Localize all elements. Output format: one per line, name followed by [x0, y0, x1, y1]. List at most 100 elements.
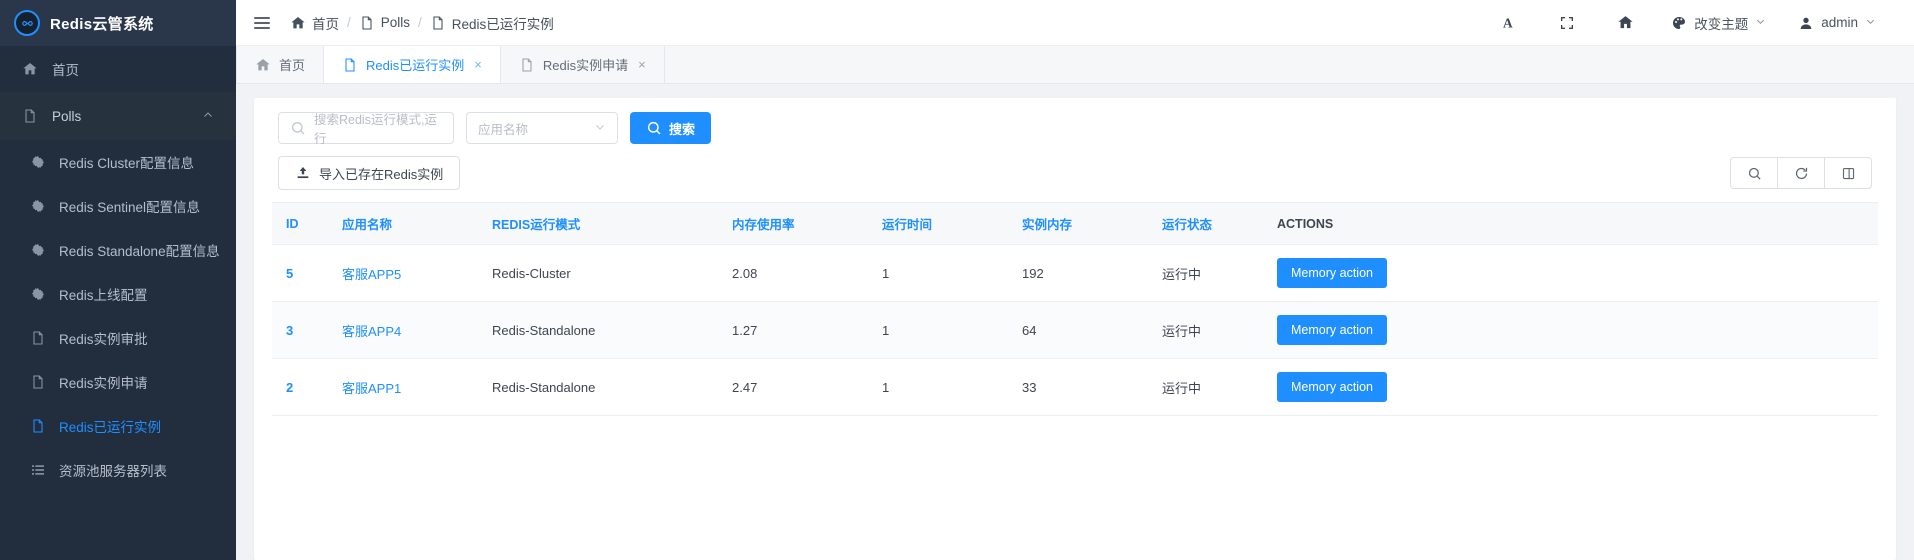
cell-id[interactable]: 5	[272, 244, 334, 302]
file-icon	[30, 418, 46, 434]
search-icon	[290, 120, 306, 136]
close-icon[interactable]: ×	[638, 57, 646, 72]
file-icon	[22, 108, 38, 124]
sidebar-item-label: Redis Standalone配置信息	[59, 244, 220, 259]
sidebar-item-redis-instance-approval[interactable]: Redis实例审批	[0, 316, 236, 360]
breadcrumb-item-current[interactable]: Redis已运行实例	[430, 13, 554, 33]
palette-icon	[1671, 15, 1687, 31]
sidebar-item-home[interactable]: 首页	[0, 46, 236, 92]
cell-redis-mode: Redis-Cluster	[484, 244, 724, 302]
sidebar-item-label: Redis实例申请	[59, 376, 148, 391]
filter-bar: 搜索Redis运行模式,运行 应用名称 搜索	[254, 98, 1896, 156]
sidebar-item-label: Redis实例审批	[59, 332, 148, 347]
sidebar-item-redis-cluster-config[interactable]: Redis Cluster配置信息	[0, 140, 236, 184]
home-icon	[290, 15, 306, 31]
sidebar-item-label: Redis上线配置	[59, 288, 148, 303]
tab-home[interactable]: 首页	[236, 46, 325, 83]
cell-id[interactable]: 3	[272, 301, 334, 359]
close-icon[interactable]: ×	[474, 57, 482, 72]
sidebar-item-redis-standalone-config[interactable]: Redis Standalone配置信息	[0, 228, 236, 272]
sidebar-item-label: 资源池服务器列表	[59, 464, 167, 479]
home-icon[interactable]	[1596, 0, 1655, 46]
upload-icon	[295, 165, 311, 181]
main-area: 首页 / Polls / Redis已运行实例 A 改变主题 admin 首页 …	[236, 0, 1914, 560]
memory-action-button[interactable]: Memory action	[1277, 258, 1387, 288]
search-button-label: 搜索	[669, 121, 696, 137]
user-icon	[1798, 15, 1814, 31]
app-link[interactable]: 客服APP4	[342, 324, 401, 339]
instances-card: 搜索Redis运行模式,运行 应用名称 搜索 导入已存在Redis实例 ID 应…	[254, 98, 1896, 560]
sidebar-group-polls[interactable]: Polls	[0, 92, 236, 140]
app-link[interactable]: 客服APP1	[342, 381, 401, 396]
breadcrumb-item-polls[interactable]: Polls	[359, 15, 410, 31]
column-header-memory-usage[interactable]: 内存使用率	[724, 202, 874, 245]
theme-label: 改变主题	[1694, 16, 1749, 32]
sidebar-item-label: Redis Sentinel配置信息	[59, 200, 201, 215]
refresh-icon[interactable]	[1777, 157, 1825, 189]
cell-memory-usage: 2.47	[724, 358, 874, 416]
search-icon	[646, 120, 662, 136]
cell-app-name[interactable]: 客服APP5	[334, 244, 484, 302]
column-header-redis-mode[interactable]: REDIS运行模式	[484, 202, 724, 245]
cell-app-name[interactable]: 客服APP1	[334, 358, 484, 416]
user-label: admin	[1821, 15, 1858, 30]
fullscreen-icon[interactable]	[1538, 0, 1596, 46]
search-icon[interactable]	[1730, 157, 1778, 189]
cell-run-status: 运行中	[1154, 358, 1269, 416]
gear-icon	[30, 198, 46, 214]
search-input[interactable]: 搜索Redis运行模式,运行	[278, 112, 454, 146]
tab-label: 首页	[279, 58, 306, 73]
brand[interactable]: Redis云管系统	[0, 0, 236, 46]
hamburger-icon[interactable]	[254, 14, 270, 32]
app-name-select[interactable]: 应用名称	[466, 112, 618, 144]
memory-action-button[interactable]: Memory action	[1277, 372, 1387, 402]
import-existing-redis-button[interactable]: 导入已存在Redis实例	[278, 156, 461, 190]
columns-icon[interactable]	[1824, 157, 1872, 189]
app-link[interactable]: 客服APP5	[342, 267, 401, 282]
brand-title: Redis云管系统	[50, 15, 154, 33]
sidebar-item-label: Redis Cluster配置信息	[59, 156, 195, 171]
column-header-instance-memory[interactable]: 实例内存	[1014, 202, 1154, 245]
home-icon	[22, 61, 38, 77]
breadcrumb-item-home[interactable]: 首页	[290, 13, 339, 33]
cell-uptime: 1	[874, 358, 1014, 416]
column-header-uptime[interactable]: 运行时间	[874, 202, 1014, 245]
breadcrumb-label: Redis已运行实例	[451, 16, 554, 32]
cell-memory-usage: 2.08	[724, 244, 874, 302]
cell-instance-memory: 33	[1014, 358, 1154, 416]
sidebar-item-redis-sentinel-config[interactable]: Redis Sentinel配置信息	[0, 184, 236, 228]
memory-action-button[interactable]: Memory action	[1277, 315, 1387, 345]
column-header-app-name[interactable]: 应用名称	[334, 202, 484, 245]
user-menu[interactable]: admin	[1782, 0, 1892, 46]
cell-id[interactable]: 2	[272, 358, 334, 416]
top-bar: 首页 / Polls / Redis已运行实例 A 改变主题 admin	[236, 0, 1914, 46]
breadcrumb-separator: /	[418, 15, 422, 30]
tab-redis-running-instances[interactable]: Redis已运行实例 ×	[324, 46, 501, 83]
sidebar-item-resource-pool-servers[interactable]: 资源池服务器列表	[0, 448, 236, 492]
cell-redis-mode: Redis-Standalone	[484, 358, 724, 416]
table-tool-buttons	[1730, 157, 1872, 189]
top-bar-actions: A 改变主题 admin	[1480, 0, 1892, 46]
breadcrumb-label: Polls	[380, 15, 411, 30]
app-root: Redis云管系统 首页 Polls Redis Cluster配置信息 Red…	[0, 0, 1914, 560]
list-icon	[30, 462, 46, 478]
action-bar: 导入已存在Redis实例	[254, 156, 1896, 202]
sidebar-item-redis-online-config[interactable]: Redis上线配置	[0, 272, 236, 316]
instances-table: ID 应用名称 REDIS运行模式 内存使用率 运行时间 实例内存 运行状态 A…	[272, 202, 1878, 416]
tab-label: Redis已运行实例	[366, 58, 465, 73]
tab-redis-instance-apply[interactable]: Redis实例申请 ×	[500, 46, 665, 83]
breadcrumb-separator: /	[347, 15, 351, 30]
font-size-icon[interactable]: A	[1480, 0, 1538, 46]
theme-switcher[interactable]: 改变主题	[1655, 0, 1782, 46]
search-input-placeholder: 搜索Redis运行模式,运行	[314, 113, 437, 146]
sidebar-item-redis-running-instances[interactable]: Redis已运行实例	[0, 404, 236, 448]
sidebar: Redis云管系统 首页 Polls Redis Cluster配置信息 Red…	[0, 0, 236, 560]
cell-app-name[interactable]: 客服APP4	[334, 301, 484, 359]
sidebar-item-redis-instance-apply[interactable]: Redis实例申请	[0, 360, 236, 404]
infinity-icon	[14, 10, 40, 36]
column-header-id[interactable]: ID	[272, 202, 334, 245]
search-button[interactable]: 搜索	[630, 112, 712, 144]
cell-uptime: 1	[874, 244, 1014, 302]
chevron-down-icon	[1865, 16, 1876, 30]
column-header-run-status[interactable]: 运行状态	[1154, 202, 1269, 245]
